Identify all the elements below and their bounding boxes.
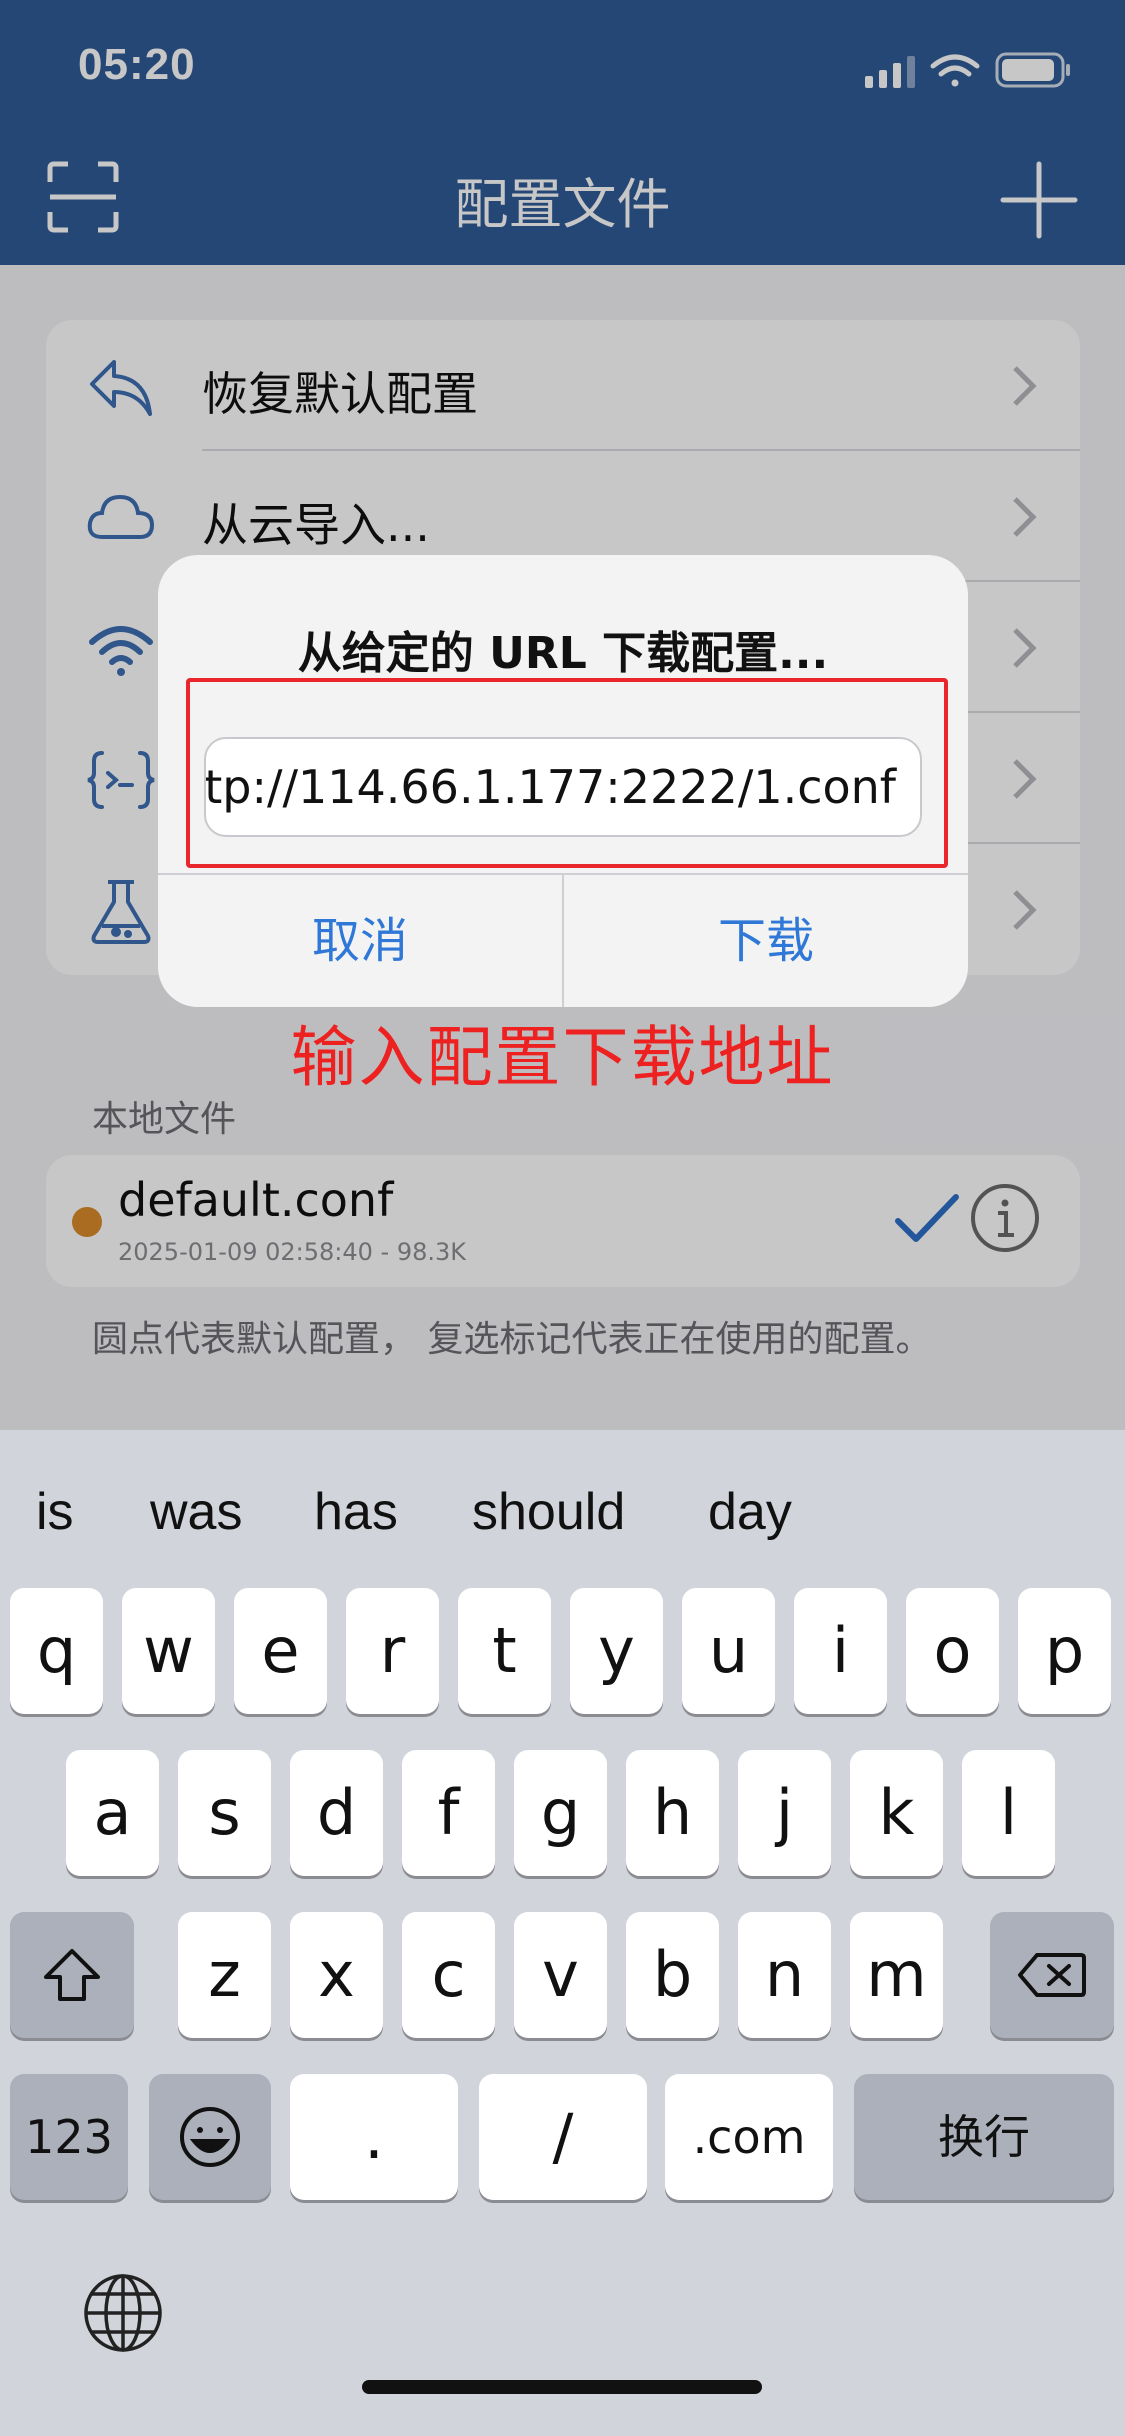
key-z[interactable]: z [178,1912,271,2038]
key-c[interactable]: c [402,1912,495,2038]
emoji-icon [180,2107,240,2167]
suggestion-item[interactable]: day [708,1482,792,1542]
suggestion-item[interactable]: was [150,1482,242,1542]
key-y[interactable]: y [570,1588,663,1714]
key-a[interactable]: a [66,1750,159,1876]
key-j[interactable]: j [738,1750,831,1876]
annotation-highlight-box [186,678,948,868]
key-d[interactable]: d [290,1750,383,1876]
key-slash[interactable]: / [479,2074,647,2200]
key-u[interactable]: u [682,1588,775,1714]
key-m[interactable]: m [850,1912,943,2038]
suggestion-item[interactable]: is [36,1482,74,1542]
key-q[interactable]: q [10,1588,103,1714]
return-key[interactable]: 换行 [854,2074,1114,2200]
key-e[interactable]: e [234,1588,327,1714]
key-n[interactable]: n [738,1912,831,2038]
key-h[interactable]: h [626,1750,719,1876]
key-v[interactable]: v [514,1912,607,2038]
suggestion-bar: is was has should day [0,1430,1125,1570]
delete-key[interactable] [990,1912,1114,2038]
globe-icon[interactable] [82,2272,164,2354]
key-g[interactable]: g [514,1750,607,1876]
key-r[interactable]: r [346,1588,439,1714]
key-k[interactable]: k [850,1750,943,1876]
key-o[interactable]: o [906,1588,999,1714]
key-w[interactable]: w [122,1588,215,1714]
key-p[interactable]: p [1018,1588,1111,1714]
key-dot[interactable]: . [290,2074,458,2200]
suggestion-item[interactable]: should [472,1482,625,1542]
download-button[interactable]: 下载 [564,875,968,1007]
keyboard: is was has should day q w e r t y u i o … [0,1430,1125,2436]
numbers-key[interactable]: 123 [10,2074,128,2200]
annotation-text: 输入配置下载地址 [290,1019,835,1096]
key-t[interactable]: t [458,1588,551,1714]
key-dotcom[interactable]: .com [665,2074,833,2200]
key-x[interactable]: x [290,1912,383,2038]
key-s[interactable]: s [178,1750,271,1876]
key-l[interactable]: l [962,1750,1055,1876]
key-i[interactable]: i [794,1588,887,1714]
key-f[interactable]: f [402,1750,495,1876]
backspace-icon [1018,1953,1086,1997]
emoji-key[interactable] [149,2074,271,2200]
shift-icon [44,1949,100,2001]
dialog-title: 从给定的 URL 下载配置... [297,628,829,679]
home-indicator [362,2380,762,2394]
shift-key[interactable] [10,1912,134,2038]
key-b[interactable]: b [626,1912,719,2038]
cancel-button[interactable]: 取消 [158,875,562,1007]
suggestion-item[interactable]: has [314,1482,398,1542]
